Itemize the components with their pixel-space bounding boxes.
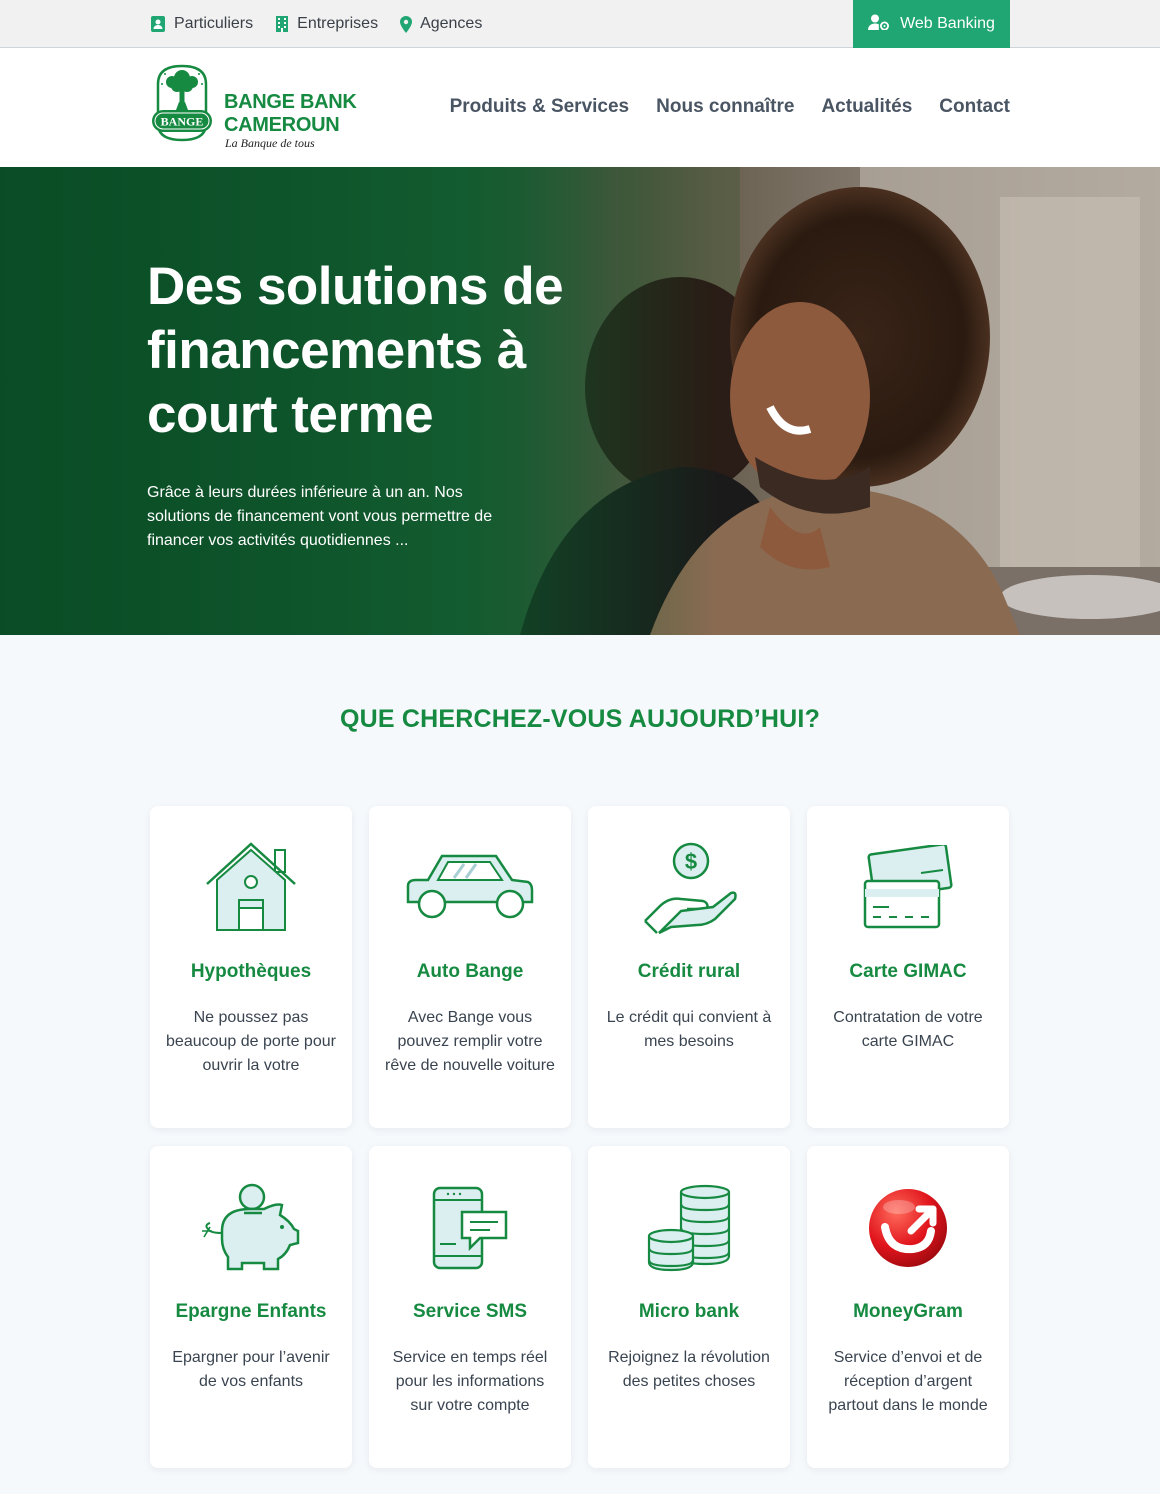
card-text: Rejoignez la révolution des petites chos…: [608, 1349, 770, 1390]
car-icon: [406, 854, 534, 919]
piggy-bank-icon: [202, 1183, 300, 1271]
card-text: Le crédit qui convient à mes besoins: [606, 1009, 772, 1050]
top-link-label: Agences: [420, 15, 483, 32]
brand-name-line1: BANGE BANK: [224, 91, 357, 113]
card-title: Crédit rural: [637, 961, 741, 982]
card-text: Epargner pour l’avenir de vos enfants: [172, 1349, 330, 1390]
card-title: Auto Bange: [416, 961, 524, 982]
cards-icon: [863, 845, 953, 929]
hero-text: Grâce à leurs durées inférieure à un an.…: [147, 484, 493, 549]
brand-name-line2: CAMEROUN: [224, 114, 340, 136]
top-link-entreprises[interactable]: Entreprises: [275, 15, 378, 33]
house-icon: [206, 842, 296, 931]
brand-logo[interactable]: BANGE BANGE BANK CAMEROUN La Banque de t…: [150, 64, 360, 152]
svg-text:BANGE: BANGE: [161, 115, 204, 129]
card-text: Contratation de votre carte GIMAC: [833, 1009, 983, 1050]
top-link-label: Entreprises: [297, 15, 379, 32]
card-text: Service d’envoi et de réception d’argent…: [828, 1349, 988, 1414]
nav-nous-connaitre[interactable]: Nous connaître: [656, 96, 794, 118]
card-title: Hypothèques: [190, 961, 312, 982]
card-credit-rural[interactable]: $ Crédit rural Le crédit qui convient à …: [588, 806, 790, 1128]
card-title: Carte GIMAC: [849, 961, 967, 982]
card-title: Service SMS: [412, 1301, 528, 1322]
card-auto-bange[interactable]: Auto Bange Avec Bange vous pouvez rempli…: [369, 806, 571, 1128]
building-icon: [275, 16, 289, 32]
card-title: MoneyGram: [853, 1301, 963, 1322]
card-hypotheques[interactable]: Hypothèques Ne poussez pas beaucoup de p…: [150, 806, 352, 1128]
card-title: Micro bank: [638, 1301, 740, 1322]
card-carte-gimac[interactable]: Carte GIMAC Contratation de votre carte …: [807, 806, 1009, 1128]
card-text: Ne poussez pas beaucoup de porte pour ou…: [166, 1009, 336, 1074]
nav-contact[interactable]: Contact: [939, 96, 1010, 118]
card-moneygram[interactable]: MoneyGram Service d’envoi et de réceptio…: [807, 1146, 1009, 1468]
main-header: BANGE BANGE BANK CAMEROUN La Banque de t…: [0, 48, 1160, 167]
coin-stack-icon: [647, 1184, 731, 1272]
top-bar: Particuliers Entreprises Agences Web Ban…: [0, 0, 1160, 48]
hero-title: Des solutions de financements à court te…: [147, 257, 564, 444]
main-nav: Produits & Services Nous connaître Actua…: [450, 96, 1010, 118]
card-service-sms[interactable]: Service SMS Service en temps réel pour l…: [369, 1146, 571, 1468]
user-lock-icon: [868, 14, 890, 35]
card-text: Avec Bange vous pouvez remplir votre rêv…: [385, 1009, 555, 1074]
brand-tagline: La Banque de tous: [225, 136, 315, 150]
top-link-label: Particuliers: [174, 15, 254, 32]
phone-message-icon: [432, 1186, 508, 1270]
card-epargne-enfants[interactable]: Epargne Enfants Epargner pour l’avenir d…: [150, 1146, 352, 1468]
nav-produits-services[interactable]: Produits & Services: [450, 96, 630, 118]
moneygram-logo-icon: [869, 1189, 947, 1267]
card-text: Service en temps réel pour les informati…: [392, 1349, 548, 1414]
map-pin-icon: [400, 15, 413, 33]
card-title: Epargne Enfants: [175, 1301, 327, 1322]
top-link-agences[interactable]: Agences: [400, 15, 482, 33]
hand-coin-icon: $: [644, 842, 737, 935]
svg-text:$: $: [685, 849, 697, 874]
top-link-particuliers[interactable]: Particuliers: [150, 15, 253, 33]
nav-actualites[interactable]: Actualités: [821, 96, 912, 118]
person-badge-icon: [150, 16, 166, 32]
web-banking-button[interactable]: Web Banking: [853, 0, 1010, 48]
bange-tree-logo-icon: BANGE: [152, 64, 212, 142]
web-banking-label: Web Banking: [900, 15, 995, 32]
card-micro-bank[interactable]: Micro bank Rejoignez la révolution des p…: [588, 1146, 790, 1468]
hero-banner: Des solutions de financements à court te…: [0, 167, 1160, 635]
top-links: Particuliers Entreprises Agences: [150, 0, 482, 48]
section-title: QUE CHERCHEZ-VOUS AUJOURD’HUI?: [339, 705, 821, 733]
